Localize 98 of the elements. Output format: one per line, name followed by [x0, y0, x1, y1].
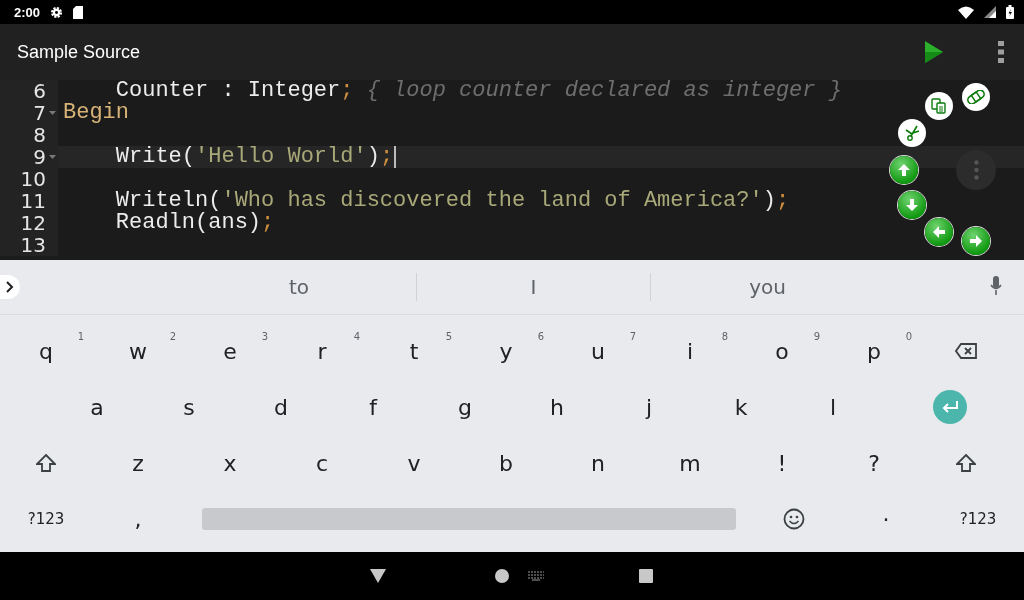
key[interactable]: ·: [840, 491, 932, 547]
key-hint: 4: [353, 331, 360, 342]
key[interactable]: l: [787, 379, 879, 435]
line-number: 11: [19, 190, 46, 212]
line-number: 9: [32, 146, 46, 168]
key-hint: 7: [629, 331, 636, 342]
line-number: 10: [19, 168, 46, 190]
key-hint: 9: [813, 331, 820, 342]
back-icon: [370, 569, 386, 583]
key[interactable]: o 9: [736, 323, 828, 379]
sd-card-icon: [73, 5, 84, 19]
wifi-icon: [958, 5, 974, 19]
key[interactable]: ?: [828, 435, 920, 491]
key[interactable]: t 5: [368, 323, 460, 379]
key-hint: 1: [77, 331, 84, 342]
status-time: 2:00: [14, 4, 41, 20]
chevron-right-icon: [6, 281, 14, 293]
bandage-icon: [966, 90, 986, 104]
line-number: 13: [19, 234, 46, 256]
key[interactable]: w 2: [92, 323, 184, 379]
cut-button[interactable]: [898, 119, 926, 147]
key[interactable]: v: [368, 435, 460, 491]
fold-icon[interactable]: [48, 111, 56, 115]
keyboard-switch-button[interactable]: [526, 571, 546, 581]
shift-icon: [956, 454, 976, 472]
key[interactable]: g: [419, 379, 511, 435]
key[interactable]: d: [235, 379, 327, 435]
line-number: 8: [32, 124, 46, 146]
key-hint: 0: [905, 331, 912, 342]
symbols-key[interactable]: ?123: [0, 491, 92, 547]
up-arrow-icon: [897, 163, 911, 177]
more-vert-icon: [998, 41, 1004, 63]
suggestion[interactable]: I: [416, 273, 650, 301]
right-arrow-icon: [969, 234, 983, 248]
key[interactable]: h: [511, 379, 603, 435]
key[interactable]: s: [143, 379, 235, 435]
microphone-icon: [990, 275, 1002, 296]
scissors-icon: [903, 124, 921, 142]
key[interactable]: x: [184, 435, 276, 491]
code-line: Counter : Integer; { loop counter declared as integer }: [115, 80, 842, 102]
backspace-icon: [955, 343, 977, 359]
key[interactable]: a: [51, 379, 143, 435]
app-title: Sample Source: [17, 41, 142, 63]
code-line: Begin: [62, 102, 129, 124]
line-number: 6: [32, 80, 46, 102]
enter-icon: [940, 400, 959, 414]
code-line: Writeln('Who has discovered the land of America?');: [114, 190, 790, 212]
key-hint: 2: [169, 331, 176, 342]
key[interactable]: !: [736, 435, 828, 491]
key-hint: 6: [537, 331, 544, 342]
key[interactable]: i 8: [644, 323, 736, 379]
home-icon: [495, 569, 509, 583]
battery-icon: [1006, 5, 1014, 19]
play-icon: [924, 40, 944, 64]
keyboard-icon: [527, 571, 545, 581]
key[interactable]: b: [460, 435, 552, 491]
right-arrow-button[interactable]: [962, 227, 990, 255]
left-arrow-icon: [932, 225, 946, 239]
key[interactable]: c: [276, 435, 368, 491]
expand-button[interactable]: [0, 275, 20, 299]
key[interactable]: f: [327, 379, 419, 435]
recents-icon: [639, 569, 653, 583]
line-number: 7: [32, 102, 46, 124]
key[interactable]: u 7: [552, 323, 644, 379]
key[interactable]: r 4: [276, 323, 368, 379]
fold-icon[interactable]: [48, 155, 56, 159]
copy-icon: [931, 98, 947, 114]
symbols-key[interactable]: ?123: [932, 491, 1024, 547]
text-cursor: [394, 146, 397, 168]
code-line: Readln(ans);: [114, 212, 275, 234]
key[interactable]: q 1: [0, 323, 92, 379]
line-number: 12: [19, 212, 46, 234]
settings-icon: [50, 5, 64, 19]
key-hint: 5: [445, 331, 452, 342]
key-hint: 8: [721, 331, 728, 342]
key[interactable]: e 3: [184, 323, 276, 379]
down-arrow-button[interactable]: [898, 191, 926, 219]
key[interactable]: z: [92, 435, 184, 491]
key[interactable]: p 0: [828, 323, 920, 379]
smiley-icon: [783, 508, 805, 530]
more-vert-icon: [973, 160, 979, 180]
key[interactable]: m: [644, 435, 736, 491]
key[interactable]: y 6: [460, 323, 552, 379]
code-line: Write('Hello World');: [114, 146, 394, 168]
key[interactable]: k: [695, 379, 787, 435]
shift-icon: [36, 454, 56, 472]
paste-button[interactable]: [962, 83, 990, 111]
left-arrow-button[interactable]: [925, 218, 953, 246]
key-hint: 3: [261, 331, 268, 342]
copy-button[interactable]: [925, 92, 953, 120]
key[interactable]: ,: [92, 491, 184, 547]
suggestion[interactable]: to: [182, 273, 416, 301]
key[interactable]: n: [552, 435, 644, 491]
down-arrow-icon: [905, 198, 919, 212]
up-arrow-button[interactable]: [890, 156, 918, 184]
suggestion[interactable]: you: [650, 273, 884, 301]
key[interactable]: j: [603, 379, 695, 435]
signal-icon: [984, 6, 996, 18]
